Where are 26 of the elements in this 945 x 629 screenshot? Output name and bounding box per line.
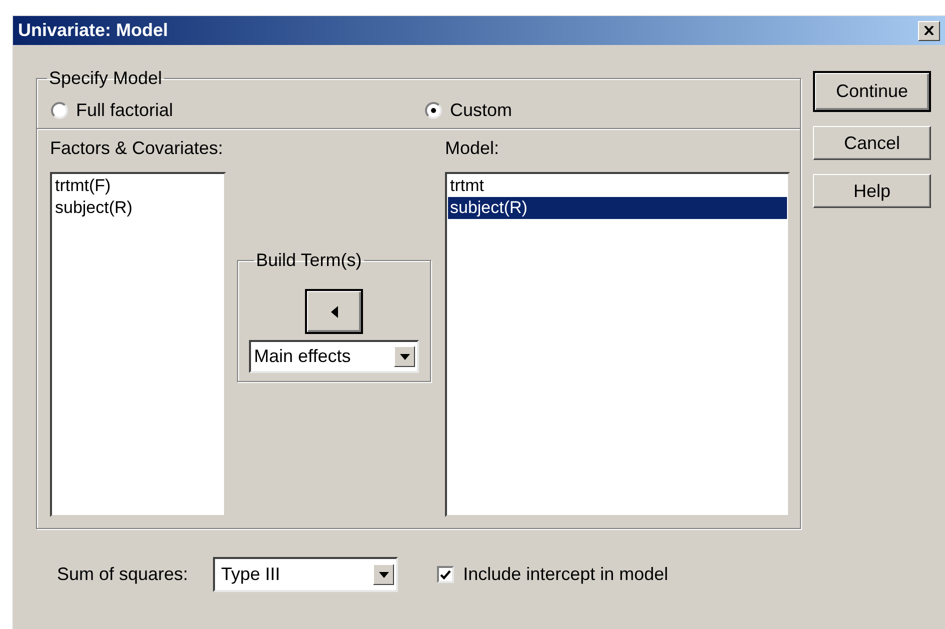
move-left-button[interactable] — [305, 289, 363, 334]
radio-label: Full factorial — [76, 98, 174, 122]
list-box[interactable]: trtmt(F) subject(R) — [50, 172, 226, 517]
dialog-button[interactable]: Help — [813, 174, 931, 208]
list-label: Factors & Covariates: — [50, 137, 224, 159]
checkbox[interactable] — [437, 566, 454, 583]
dialog-button[interactable]: Continue — [813, 71, 931, 112]
group-legend: Specify Model — [47, 65, 164, 92]
dialog-button[interactable]: Cancel — [813, 126, 931, 160]
list-item[interactable]: subject(R) — [53, 197, 223, 219]
sum-of-squares-dropdown[interactable]: Type III — [213, 557, 398, 592]
group-legend: Build Term(s) — [254, 247, 364, 274]
checkbox-label: Include intercept in model — [463, 563, 668, 586]
window-title: Univariate: Model — [18, 19, 168, 42]
list-label: Model: — [445, 137, 500, 159]
list-item[interactable]: subject(R) — [448, 197, 787, 219]
radio-label: Custom — [450, 98, 512, 122]
sum-of-squares-label: Sum of squares: — [57, 563, 188, 586]
list-item[interactable]: trtmt — [448, 175, 787, 197]
left-triangle-icon — [330, 306, 338, 318]
close-icon[interactable] — [918, 20, 940, 40]
list-item[interactable]: trtmt(F) — [53, 175, 223, 197]
radio-button[interactable] — [425, 102, 442, 118]
term-type-dropdown[interactable]: Main effects — [249, 340, 419, 373]
list-box[interactable]: trtmt subject(R) — [445, 172, 790, 517]
radio-button[interactable] — [51, 102, 68, 118]
